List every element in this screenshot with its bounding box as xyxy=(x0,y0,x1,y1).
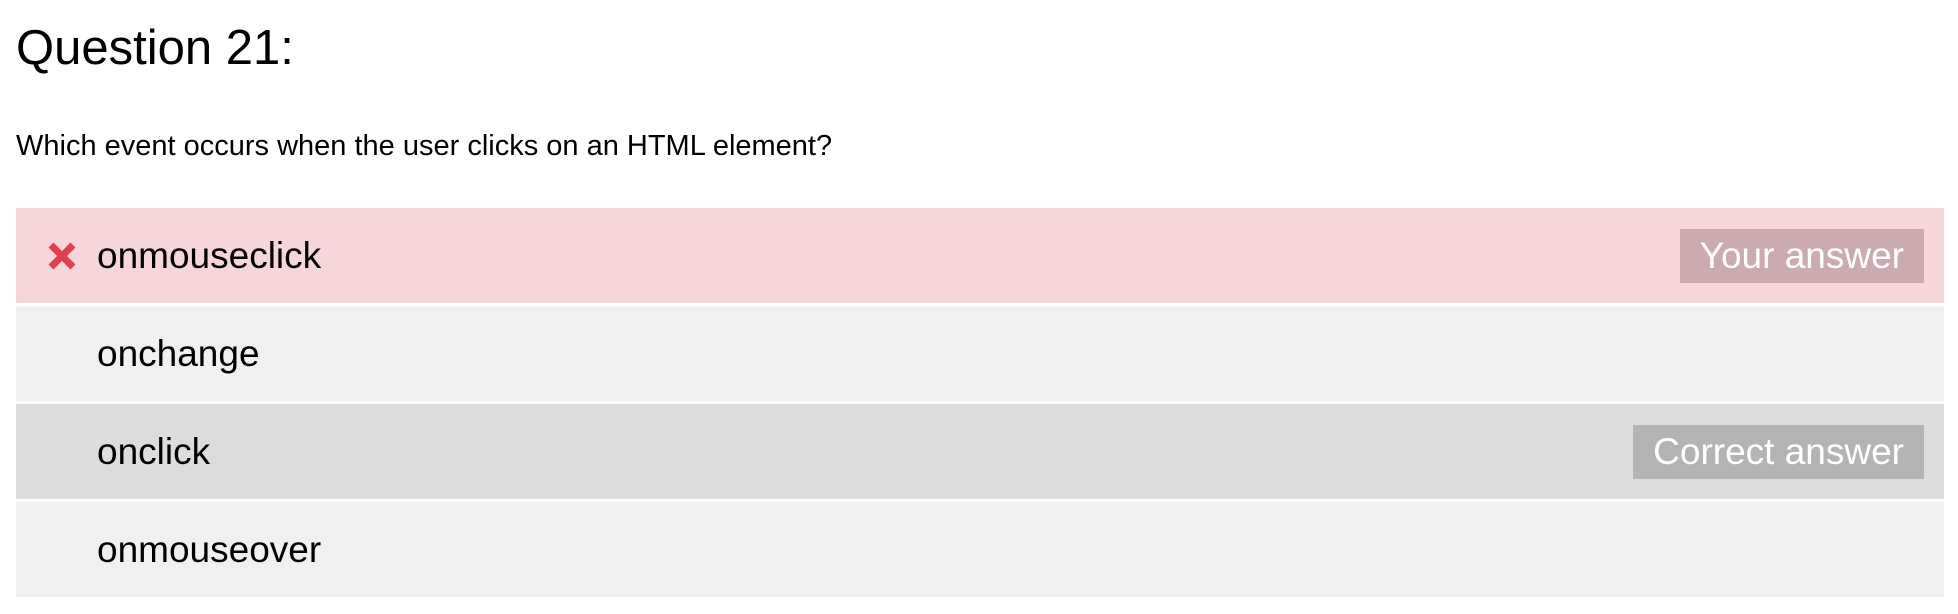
answer-options: onmouseclick Your answer onchange onclic… xyxy=(16,208,1944,600)
your-answer-badge: Your answer xyxy=(1679,228,1924,283)
answer-option: onchange xyxy=(16,306,1944,404)
answer-option-label: onchange xyxy=(97,332,260,374)
answer-option-label: onclick xyxy=(97,430,211,472)
answer-option: onmouseover xyxy=(16,502,1944,600)
quiz-result: Question 21: Which event occurs when the… xyxy=(0,0,1958,600)
answer-option-correct: onclick Correct answer xyxy=(16,404,1944,502)
question-title: Question 21: xyxy=(16,21,294,75)
correct-answer-badge: Correct answer xyxy=(1633,424,1924,479)
answer-option-label: onmouseclick xyxy=(97,234,322,276)
question-text: Which event occurs when the user clicks … xyxy=(16,130,833,162)
answer-option-label: onmouseover xyxy=(97,528,322,570)
answer-option-wrong: onmouseclick Your answer xyxy=(16,208,1944,306)
x-icon xyxy=(46,240,78,272)
